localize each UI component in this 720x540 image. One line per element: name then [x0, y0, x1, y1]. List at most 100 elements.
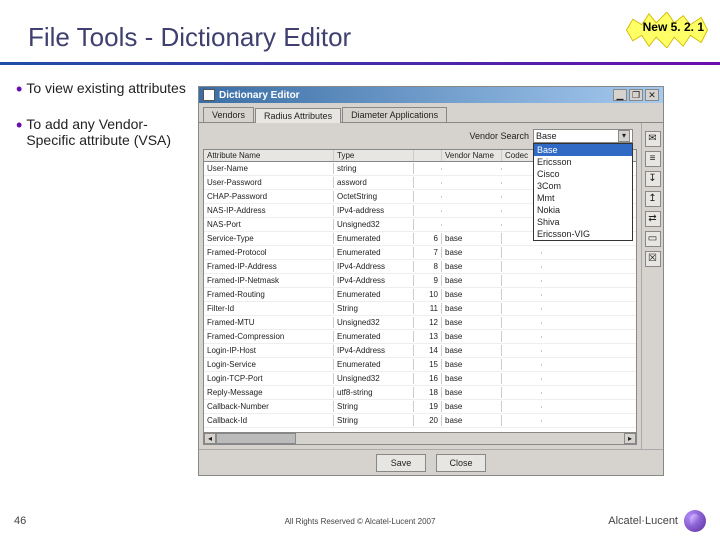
table-row[interactable]: Framed-IP-NetmaskIPv4-Address9base	[204, 274, 636, 288]
table-cell: Filter-Id	[204, 303, 334, 314]
maximize-button[interactable]: ❐	[629, 89, 643, 101]
table-cell	[502, 294, 542, 296]
add-icon[interactable]: ≡	[645, 151, 661, 167]
table-cell: IPv4-address	[334, 205, 414, 216]
table-row[interactable]: Framed-IP-AddressIPv4-Address8base	[204, 260, 636, 274]
delete-icon[interactable]: ☒	[645, 251, 661, 267]
table-cell: base	[442, 303, 502, 314]
table-cell: 12	[414, 317, 442, 328]
scroll-left-icon[interactable]: ◂	[204, 433, 216, 444]
table-cell: base	[442, 317, 502, 328]
dropdown-option[interactable]: Nokia	[534, 204, 632, 216]
table-cell: base	[442, 345, 502, 356]
window-titlebar[interactable]: Dictionary Editor ▁ ❐ ✕	[199, 87, 663, 103]
slide-title: File Tools - Dictionary Editor	[28, 22, 351, 53]
table-cell	[442, 210, 502, 212]
table-row[interactable]: Framed-MTUUnsigned3212base	[204, 316, 636, 330]
table-cell: Framed-Protocol	[204, 247, 334, 258]
hide-icon[interactable]: ▭	[645, 231, 661, 247]
bullet-text: To add any Vendor-Specific attribute (VS…	[26, 116, 196, 148]
table-row[interactable]: Login-IP-HostIPv4-Address14base	[204, 344, 636, 358]
table-cell: NAS-IP-Address	[204, 205, 334, 216]
tab-radius-attributes[interactable]: Radius Attributes	[255, 108, 341, 123]
table-cell: string	[334, 163, 414, 174]
table-cell: Login-IP-Host	[204, 345, 334, 356]
dropdown-option[interactable]: 3Com	[534, 180, 632, 192]
table-cell	[442, 196, 502, 198]
table-cell: 6	[414, 233, 442, 244]
tab-vendors[interactable]: Vendors	[203, 107, 254, 122]
table-row[interactable]: Framed-CompressionEnumerated13base	[204, 330, 636, 344]
table-cell	[502, 364, 542, 366]
table-cell: 9	[414, 275, 442, 286]
table-cell: Framed-IP-Address	[204, 261, 334, 272]
table-cell: CHAP-Password	[204, 191, 334, 202]
col-vendor-name[interactable]: Vendor Name	[442, 150, 502, 161]
scrollbar-thumb[interactable]	[216, 433, 296, 444]
align-icon[interactable]: ⇄	[645, 211, 661, 227]
table-cell: OctetString	[334, 191, 414, 202]
table-cell: NAS-Port	[204, 219, 334, 230]
table-row[interactable]: Reply-Messageutf8-string18base	[204, 386, 636, 400]
table-cell	[414, 224, 442, 226]
table-cell: Framed-Routing	[204, 289, 334, 300]
up-arrow-icon[interactable]: ↥	[645, 191, 661, 207]
col-number[interactable]	[414, 150, 442, 161]
table-row[interactable]: Callback-NumberString19base	[204, 400, 636, 414]
slide-footer: 46 All Rights Reserved © Alcatel-Lucent …	[0, 510, 720, 532]
table-cell	[502, 322, 542, 324]
table-cell: String	[334, 401, 414, 412]
table-cell: 8	[414, 261, 442, 272]
table-cell: Enumerated	[334, 331, 414, 342]
table-cell: Framed-MTU	[204, 317, 334, 328]
table-cell: 10	[414, 289, 442, 300]
table-cell: 7	[414, 247, 442, 258]
vendor-dropdown-list: Base Ericsson Cisco 3Com Mmt Nokia Shiva…	[533, 143, 633, 241]
table-cell: base	[442, 261, 502, 272]
table-cell	[502, 378, 542, 380]
table-cell: IPv4-Address	[334, 261, 414, 272]
table-cell: IPv4-Address	[334, 345, 414, 356]
close-window-button[interactable]: ✕	[645, 89, 659, 101]
down-arrow-icon[interactable]: ↧	[645, 171, 661, 187]
vendor-search-combo[interactable]: Base ▾ Base Ericsson Cisco 3Com Mmt Noki…	[533, 129, 633, 143]
new-icon[interactable]: ✉	[645, 131, 661, 147]
dropdown-option[interactable]: Ericsson	[534, 156, 632, 168]
table-cell	[502, 252, 542, 254]
vendor-search-label: Vendor Search	[469, 131, 529, 141]
table-cell	[414, 210, 442, 212]
table-row[interactable]: Framed-RoutingEnumerated10base	[204, 288, 636, 302]
table-row[interactable]: Framed-ProtocolEnumerated7base	[204, 246, 636, 260]
page-number: 46	[14, 515, 26, 527]
dropdown-option[interactable]: Shiva	[534, 216, 632, 228]
table-cell: base	[442, 359, 502, 370]
close-button[interactable]: Close	[436, 454, 486, 472]
table-row[interactable]: Filter-IdString11base	[204, 302, 636, 316]
tab-diameter-applications[interactable]: Diameter Applications	[342, 107, 447, 122]
dropdown-option[interactable]: Ericsson-VIG	[534, 228, 632, 240]
save-button[interactable]: Save	[376, 454, 426, 472]
title-underline	[0, 62, 720, 65]
dropdown-option[interactable]: Mmt	[534, 192, 632, 204]
table-cell: Enumerated	[334, 233, 414, 244]
table-cell: String	[334, 303, 414, 314]
table-row[interactable]: Login-TCP-PortUnsigned3216base	[204, 372, 636, 386]
table-cell: utf8-string	[334, 387, 414, 398]
col-attribute-name[interactable]: Attribute Name	[204, 150, 334, 161]
table-row[interactable]: Login-ServiceEnumerated15base	[204, 358, 636, 372]
scroll-right-icon[interactable]: ▸	[624, 433, 636, 444]
chevron-down-icon[interactable]: ▾	[618, 130, 630, 142]
table-cell: base	[442, 289, 502, 300]
vendor-search-value: Base	[536, 131, 557, 141]
dropdown-option[interactable]: Base	[534, 144, 632, 156]
table-cell: Enumerated	[334, 247, 414, 258]
dropdown-option[interactable]: Cisco	[534, 168, 632, 180]
table-cell: Unsigned32	[334, 317, 414, 328]
col-type[interactable]: Type	[334, 150, 414, 161]
bullet-dot-icon: •	[16, 116, 22, 148]
horizontal-scrollbar[interactable]: ◂ ▸	[204, 432, 636, 444]
table-row[interactable]: Callback-IdString20base	[204, 414, 636, 428]
minimize-button[interactable]: ▁	[613, 89, 627, 101]
table-cell: base	[442, 373, 502, 384]
brand-globe-icon	[684, 510, 706, 532]
